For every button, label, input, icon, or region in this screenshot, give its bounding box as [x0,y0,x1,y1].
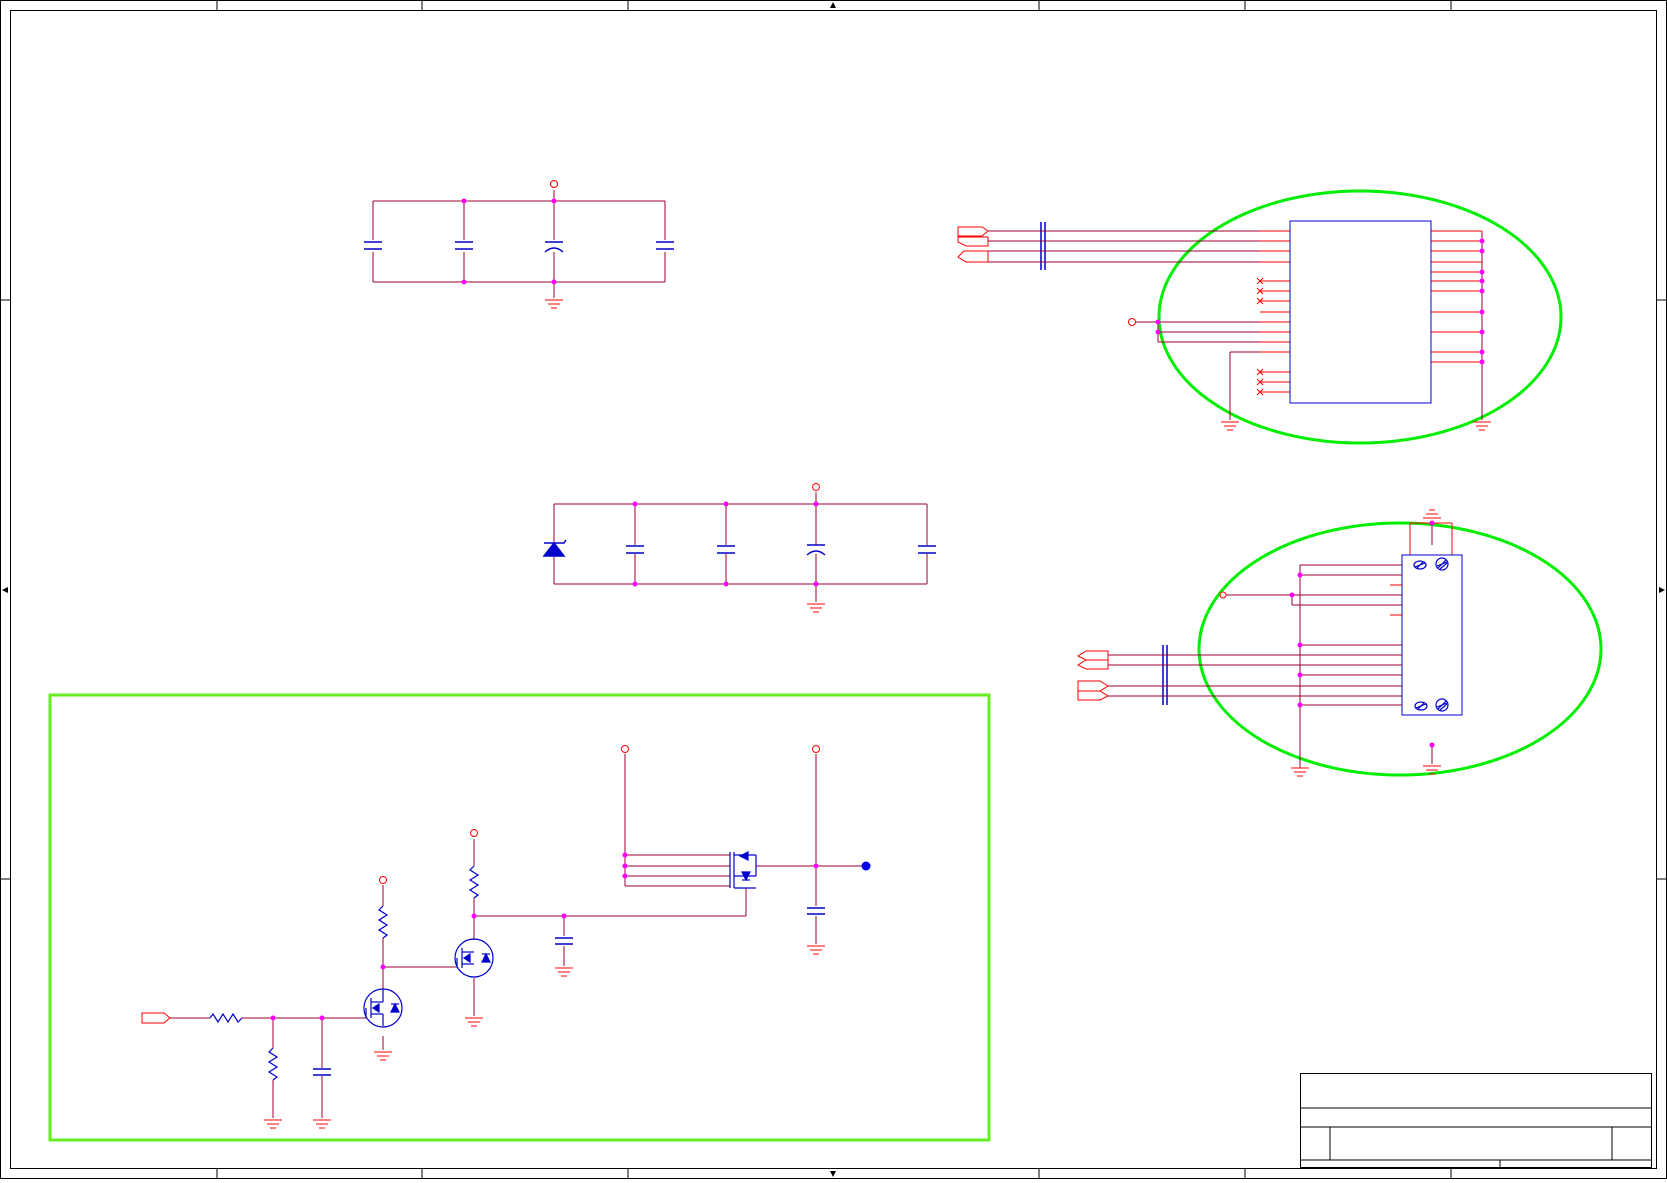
ground-icon [374,1051,392,1061]
highlight-ellipse-bottom [1197,521,1603,777]
power-port-icon [470,829,478,837]
ground-icon [465,1017,483,1027]
ground-icon-top [1423,509,1441,519]
shield-pad-icons [1413,557,1449,712]
ground-icon [807,945,825,955]
power-port-icon [379,876,387,884]
power-switch-group [48,693,991,1142]
ground-icon [807,603,825,613]
capacitor-c1 [364,241,382,250]
capacitor-c5 [626,545,644,554]
highlight-ellipse-top [1157,189,1563,445]
junction-dots [1155,238,1485,365]
schematic-sheet [0,0,1667,1179]
mosfet-q1-icon [363,988,403,1028]
power-port-icon [550,180,558,188]
ground-icon [313,1119,331,1129]
usb-connector-group [1076,509,1603,777]
decoupling-mid-group [542,483,936,613]
highlight-rect [48,693,991,1142]
electrolytic-capacitor-c3 [544,241,564,253]
capacitor-c9 [313,1068,331,1076]
capacitor-c4 [656,241,674,250]
ground-icon [1473,421,1491,431]
power-port-icon [621,745,629,753]
frame-center-arrows [2,2,1665,1177]
drawing-frame [0,0,1667,1179]
ground-icon [555,967,573,977]
electrolytic-capacitor-c7 [806,544,826,556]
ground-icon [1291,767,1309,777]
resistor-r2 [267,1047,279,1081]
power-port-icon [1219,591,1227,599]
connector-ic-group [957,189,1563,445]
power-port-icon [812,483,820,491]
decoupling-top-group [364,180,674,309]
junction-dots [270,852,819,1021]
schematic-canvas [0,0,1667,1179]
capacitor-c10 [555,937,573,945]
ground-icon [545,299,563,309]
pmosfet-q3-icon [729,851,757,889]
tvs-diode-icon [542,539,567,557]
ground-icon [1221,421,1239,431]
power-port-icon [1128,318,1136,326]
resistor-r1 [209,1012,243,1024]
ic-body [1289,220,1432,404]
junction-dots [461,198,557,285]
resistor-r4 [468,865,480,899]
input-net-port-icon [141,1012,171,1024]
resistor-r3 [377,905,389,939]
mosfet-q2-icon [454,938,494,978]
connector-body [1401,554,1463,716]
title-block [1300,1073,1652,1168]
net-port-arrows [1076,650,1110,701]
coupling-capacitor-icon [1040,222,1046,270]
ground-icon [264,1119,282,1129]
output-test-point-icon [861,861,871,871]
net-port-arrows [957,226,989,263]
power-port-icon [812,745,820,753]
no-connect-marks [1256,277,1264,396]
capacitor-c6 [717,545,735,554]
capacitor-c8 [918,545,936,554]
capacitor-c2 [455,241,473,250]
capacitor-c11 [807,907,825,915]
